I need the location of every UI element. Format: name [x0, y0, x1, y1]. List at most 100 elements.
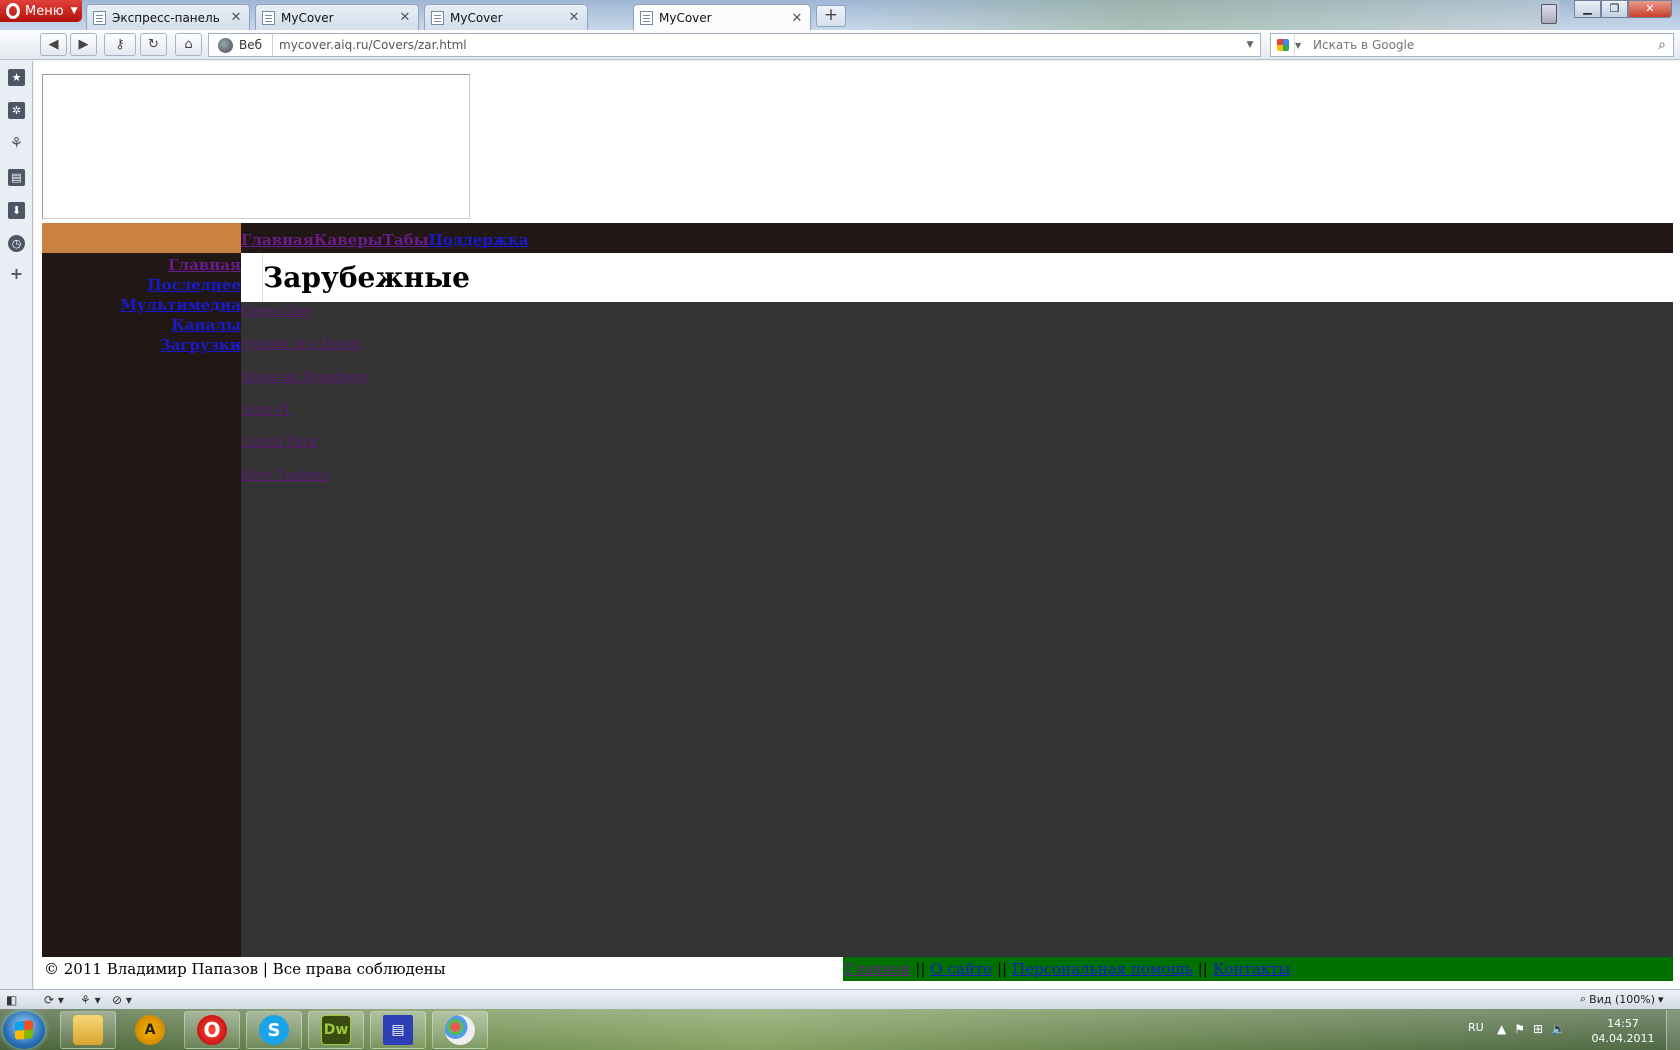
web-page: Главная Каверы Табы Поддержка Главная По… [42, 61, 1680, 989]
language-indicator[interactable]: RU [1468, 1021, 1484, 1034]
palette-icon [445, 1015, 475, 1045]
sidebar-link-latest[interactable]: Последнее [42, 275, 242, 295]
band-link[interactable]: Linkin Park [241, 435, 317, 450]
reload-button[interactable]: ↻ [140, 33, 167, 56]
clock-date: 04.04.2011 [1591, 1032, 1655, 1045]
address-bar[interactable]: Веб mycover.aiq.ru/Covers/zar.html ▼ [208, 33, 1261, 57]
topnav-link-home[interactable]: Главная [241, 231, 314, 249]
tab-speed-dial[interactable]: Экспресс-панель ✕ [86, 4, 250, 30]
back-button[interactable]: ◀ [40, 33, 67, 56]
system-clock[interactable]: 14:57 04.04.2011 [1590, 1016, 1656, 1046]
add-panel-icon[interactable]: + [8, 265, 25, 282]
status-bar: ◧ ⟳ ▾ ⚘ ▾ ⊘ ▾ ⌕ Вид (100%) ▾ [0, 989, 1680, 1009]
turbo-icon[interactable]: ⊘ ▾ [112, 992, 132, 1007]
new-tab-button[interactable]: + [816, 5, 846, 27]
unite-icon[interactable]: ⚘ [8, 135, 25, 152]
close-icon[interactable]: ✕ [398, 10, 412, 25]
taskbar-skype[interactable]: S [246, 1011, 302, 1049]
restore-button[interactable]: ❐ [1601, 0, 1628, 18]
folder-icon [73, 1015, 103, 1045]
chevron-down-icon[interactable]: ▼ [1240, 40, 1260, 50]
chevron-down-icon[interactable]: ▼ [1295, 41, 1307, 50]
address-url[interactable]: mycover.aiq.ru/Covers/zar.html [279, 38, 1240, 52]
address-scheme-label: Веб [239, 38, 263, 52]
sidebar-link-channels[interactable]: Каналы [42, 315, 241, 335]
start-button[interactable] [3, 1011, 45, 1049]
band-link[interactable]: Shine on Broadway [241, 370, 369, 385]
trash-icon[interactable] [1541, 4, 1557, 24]
home-button[interactable]: ⌂ [175, 33, 202, 56]
band-link[interactable]: System of a Down [241, 337, 360, 352]
tab-mycover-1[interactable]: MyCover ✕ [255, 4, 419, 30]
navigation-toolbar: ◀ ▶ ⚷ ↻ ⌂ Веб mycover.aiq.ru/Covers/zar.… [0, 30, 1680, 60]
show-desktop-button[interactable] [1666, 1010, 1680, 1050]
band-link[interactable]: Korn Tankino [241, 468, 329, 483]
minimize-button[interactable]: ▁ [1574, 0, 1601, 18]
notes-icon[interactable]: ▤ [8, 169, 25, 186]
show-hidden-icons-icon[interactable]: ▲ [1497, 1022, 1506, 1036]
home-icon: ⌂ [184, 37, 193, 52]
system-tray: ▲ ⚑ ⊞ 🔈 [1497, 1022, 1566, 1036]
floppy-disk-icon: ▤ [383, 1015, 413, 1045]
zoom-control[interactable]: ⌕ Вид (100%) ▾ [1580, 992, 1664, 1006]
sync-icon[interactable]: ⟳ ▾ [44, 992, 64, 1007]
content-area: Green Day System of a Down Shine on Broa… [241, 302, 1673, 957]
page-icon [93, 10, 106, 25]
globe-icon [218, 37, 233, 53]
windows-logo-icon [15, 1020, 33, 1040]
page-icon [262, 10, 275, 25]
close-icon[interactable]: ✕ [790, 11, 804, 26]
network-icon[interactable]: ⊞ [1533, 1022, 1543, 1036]
chevron-down-icon: ▾ [1658, 992, 1664, 1006]
sidebar-link-home[interactable]: Главная [42, 255, 241, 275]
search-icon[interactable]: ⌕ [1651, 37, 1673, 53]
back-arrow-icon: ◀ [48, 37, 59, 52]
footer-link-home[interactable]: Главная [845, 960, 910, 978]
panel-toggle-icon[interactable]: ◧ [6, 992, 17, 1007]
close-icon[interactable]: ✕ [567, 10, 581, 25]
tab-mycover-active[interactable]: MyCover ✕ [633, 4, 811, 30]
band-link[interactable]: Sum 41 [241, 403, 291, 418]
taskbar-paint[interactable] [432, 1011, 488, 1049]
tab-title: Экспресс-панель [112, 10, 220, 25]
page-icon [640, 11, 653, 25]
aimp-icon: A [135, 1015, 165, 1045]
forward-button[interactable]: ▶ [70, 33, 97, 56]
history-icon[interactable]: ◷ [8, 235, 25, 252]
key-button[interactable]: ⚷ [104, 33, 136, 56]
close-icon[interactable]: ✕ [229, 10, 243, 25]
topnav-link-covers[interactable]: Каверы [314, 231, 383, 249]
taskbar-save-app[interactable]: ▤ [370, 1011, 426, 1049]
widgets-icon[interactable]: ✲ [8, 102, 25, 119]
taskbar-dreamweaver[interactable]: Dw [308, 1011, 364, 1049]
zoom-icon: ⌕ [1580, 992, 1587, 1005]
bookmarks-icon[interactable]: ★ [8, 69, 25, 86]
footer-link-contacts[interactable]: Контакты [1213, 960, 1291, 978]
downloads-icon[interactable]: ⬇ [8, 202, 25, 219]
windows-taskbar: A O S Dw ▤ [0, 1009, 1680, 1050]
taskbar-aimp[interactable]: A [122, 1011, 178, 1049]
action-center-flag-icon[interactable]: ⚑ [1514, 1022, 1525, 1036]
key-icon: ⚷ [115, 37, 125, 52]
close-window-button[interactable]: ✕ [1628, 0, 1672, 18]
taskbar-opera[interactable]: O [184, 1011, 240, 1049]
band-link[interactable]: Green Day [241, 304, 311, 319]
tab-mycover-2[interactable]: MyCover ✕ [424, 4, 588, 30]
search-input[interactable] [1307, 38, 1651, 52]
volume-icon[interactable]: 🔈 [1551, 1022, 1566, 1036]
sidebar-link-downloads[interactable]: Загрузки [42, 335, 241, 355]
footer-link-about[interactable]: О сайте [930, 960, 992, 978]
clock-time: 14:57 [1607, 1017, 1639, 1030]
topnav-link-support[interactable]: Поддержка [429, 231, 529, 249]
sidebar-link-multimedia[interactable]: Мультимедиа [42, 295, 241, 315]
opera-icon: O [197, 1015, 227, 1045]
title-area: Зарубежные [241, 253, 1673, 302]
google-icon[interactable] [1271, 34, 1295, 56]
taskbar-explorer[interactable] [60, 1011, 116, 1049]
footer-link-personal-help[interactable]: Персональная помощь [1012, 960, 1193, 978]
opera-menu-button[interactable]: Меню ▼ [0, 0, 82, 22]
unite-status-icon[interactable]: ⚘ ▾ [80, 992, 101, 1007]
title-spacer [241, 253, 263, 302]
topnav-link-tabs[interactable]: Табы [383, 231, 429, 249]
sidebar-navigation: Главная Последнее Мультимедиа Каналы Заг… [42, 253, 241, 957]
